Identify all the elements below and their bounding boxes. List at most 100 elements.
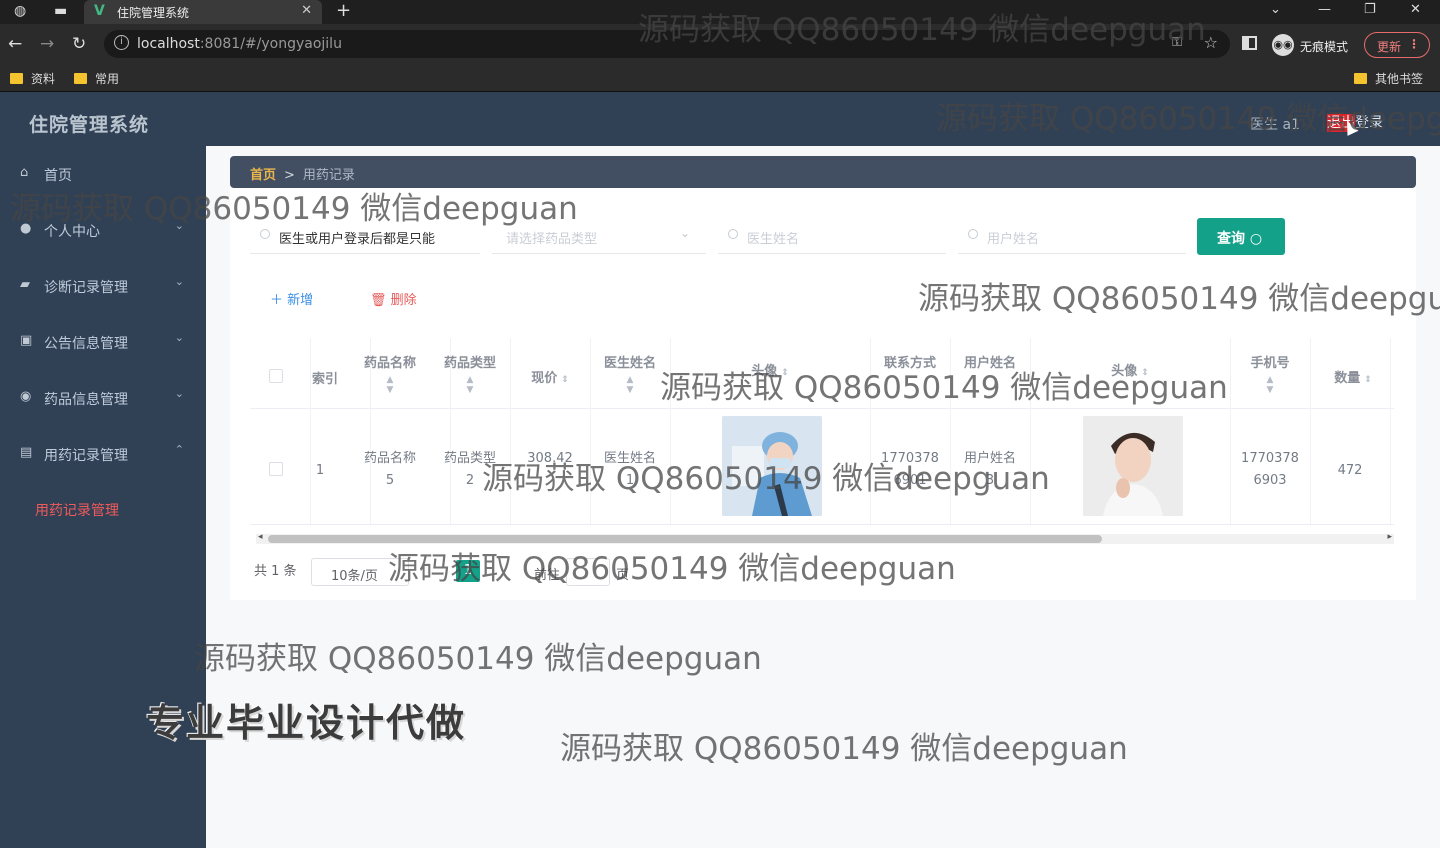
cell-drug-name: 药品名称 5 <box>363 451 416 488</box>
side-panel-icon[interactable] <box>1242 36 1257 50</box>
bookmark-star-icon[interactable]: ☆ <box>1204 33 1218 52</box>
add-button[interactable]: ＋ 新增 <box>270 289 313 308</box>
col-header-index: 索引 <box>311 372 338 387</box>
update-button[interactable]: 更新 ⋮ <box>1364 32 1430 58</box>
col-header-quantity[interactable]: 数量 ⇕ <box>1320 367 1386 437</box>
sidebar-item-notice[interactable]: ▣ 公告信息管理 ⌄ <box>0 314 206 370</box>
sidebar-item-drug[interactable]: ◉ 药品信息管理 ⌄ <box>0 370 206 426</box>
address-bar[interactable]: i localhost:8081/#/yongyaojilu ⚿ ☆ <box>104 30 1230 58</box>
sidebar-item-diagnosis[interactable]: ▰ 诊断记录管理 ⌄ <box>0 258 206 314</box>
query-button[interactable]: 查询 ○ <box>1197 218 1285 255</box>
home-icon: ⌂ <box>20 165 29 180</box>
login-scope-input[interactable]: 医生或用户登录后都是只能 <box>250 218 480 254</box>
sort-icon[interactable]: ⇕ <box>1141 368 1149 378</box>
browser-menu-icon[interactable]: ◍ <box>14 3 26 19</box>
sidebar-item-home[interactable]: ⌂ 首页 <box>0 146 206 202</box>
reload-icon[interactable]: ↻ <box>72 34 86 54</box>
row-checkbox[interactable] <box>269 462 283 476</box>
sidebar-item-profile[interactable]: ● 个人中心 ⌄ <box>0 202 206 258</box>
breadcrumb-current: 用药记录 <box>302 168 355 183</box>
drug-type-select[interactable]: 请选择药品类型 ⌄ <box>492 218 706 254</box>
vue-icon: V <box>94 3 105 19</box>
url-text: localhost:8081/#/yongyaojilu <box>137 36 342 52</box>
page-size-select[interactable]: 10条/页 <box>311 558 409 586</box>
sort-icon[interactable]: ⇕ <box>781 368 789 378</box>
chevron-down-icon: ⌄ <box>679 226 690 240</box>
header-divider <box>250 408 1394 409</box>
folder-icon <box>10 73 23 84</box>
cell-price: 308.42 <box>527 451 573 466</box>
sidebar-item-medication[interactable]: ▤ 用药记录管理 ⌃ <box>0 426 206 482</box>
chevron-down-icon: ⌄ <box>174 219 184 232</box>
bookmark-folder-1[interactable]: 资料 <box>10 70 55 87</box>
sort-icon[interactable]: ⇕ <box>1364 375 1372 385</box>
minimize-icon[interactable]: — <box>1318 2 1331 17</box>
restore-icon[interactable]: ❐ <box>1364 2 1376 17</box>
incognito-icon[interactable]: ◉◉ <box>1272 34 1294 56</box>
back-icon[interactable]: ← <box>8 34 22 54</box>
new-tab-icon[interactable]: + <box>336 0 351 21</box>
breadcrumb: 首页 > 用药记录 <box>230 156 1416 188</box>
cell-quantity: 472 <box>1337 463 1363 478</box>
sort-icon[interactable]: ⇕ <box>561 375 569 385</box>
incognito-label: 无痕模式 <box>1300 40 1349 54</box>
user-avatar-image[interactable] <box>1083 416 1183 516</box>
cell-drug-type: 药品类型 2 <box>443 451 496 488</box>
checklist-icon: ▤ <box>20 445 33 460</box>
sort-icon[interactable]: ▲ ▼ <box>600 375 660 395</box>
sort-icon[interactable]: ▲ ▼ <box>360 375 420 395</box>
search-icon <box>728 229 738 239</box>
more-icon[interactable]: ⋮ <box>1408 37 1420 51</box>
user-name-input[interactable]: 用户姓名 <box>958 218 1186 254</box>
cell-user-name: 用户姓名 3 <box>963 451 1016 488</box>
col-header-phone[interactable]: 手机号 ▲ ▼ <box>1240 352 1300 422</box>
chevron-down-icon[interactable]: ⌄ <box>1270 2 1281 17</box>
folder-icon <box>74 73 87 84</box>
scrollbar-thumb[interactable] <box>268 535 1102 543</box>
col-header-drug-type[interactable]: 药品类型 ▲ ▼ <box>440 352 500 422</box>
other-bookmarks[interactable]: 其他书签 <box>1354 70 1423 87</box>
scroll-left-icon[interactable]: ◂ <box>258 532 263 542</box>
sidebar-subitem-medication-records[interactable]: 用药记录管理 <box>35 500 119 520</box>
page-number-current[interactable]: 1 <box>456 560 480 582</box>
cell-phone: 1770378 6903 <box>1241 451 1299 488</box>
delete-button[interactable]: 🗑 删除 <box>370 289 417 308</box>
chevron-down-icon: ⌄ <box>174 331 184 344</box>
bookmarks-bar: 资料 常用 其他书签 <box>0 64 1440 92</box>
key-icon[interactable]: ⚿ <box>1172 35 1182 50</box>
bookmark-folder-2[interactable]: 常用 <box>74 70 119 87</box>
chat-icon: ▰ <box>20 277 30 292</box>
folder-icon <box>1354 73 1367 84</box>
forward-icon[interactable]: → <box>40 34 54 54</box>
sort-icon[interactable]: ▲ ▼ <box>1240 375 1300 395</box>
search-icon <box>260 229 270 239</box>
goto-page-input[interactable] <box>566 558 610 586</box>
chevron-down-icon: ⌄ <box>174 275 184 288</box>
promo-watermark: 专业毕业设计代做 <box>146 701 467 745</box>
sort-icon[interactable]: ▲ ▼ <box>440 375 500 395</box>
cell-index: 1 <box>315 463 325 478</box>
doctor-avatar-image[interactable] <box>722 416 822 516</box>
col-header-price[interactable]: 现价 ⇕ <box>520 367 580 437</box>
doctor-name-input[interactable]: 医生姓名 <box>718 218 946 254</box>
man-photo <box>1083 416 1183 516</box>
breadcrumb-home[interactable]: 首页 <box>250 168 276 183</box>
col-header-contact[interactable]: 联系方式 <box>880 352 940 422</box>
window-close-icon[interactable]: ✕ <box>1410 2 1421 17</box>
close-icon[interactable]: ✕ <box>301 3 312 18</box>
browser-tab-active[interactable]: V 住院管理系统 ✕ <box>84 0 322 24</box>
select-all-checkbox[interactable] <box>269 369 283 383</box>
trash-icon: 🗑 <box>370 293 387 308</box>
table-horizontal-scrollbar[interactable]: ◂ ▸ <box>256 532 1394 544</box>
col-header-doctor-name[interactable]: 医生姓名 ▲ ▼ <box>600 352 660 422</box>
plus-icon: ＋ <box>270 293 284 308</box>
medication-table: 索引 药品名称 ▲ ▼ 药品类型 ▲ ▼ 现价 ⇕ 医生姓名 ▲ ▼ 头像 ⇕ 联系方式 用户姓… <box>250 338 1394 532</box>
col-header-user-name[interactable]: 用户姓名 <box>960 352 1020 422</box>
tab-search-icon[interactable]: ▬ <box>54 3 67 19</box>
info-icon[interactable]: i <box>114 35 129 50</box>
clipboard-icon: ▣ <box>20 333 33 348</box>
scroll-right-icon[interactable]: ▸ <box>1387 532 1392 542</box>
pin-icon: ◉ <box>20 389 32 404</box>
goto-label: 前往 <box>534 568 561 583</box>
col-header-drug-name[interactable]: 药品名称 ▲ ▼ <box>360 352 420 422</box>
